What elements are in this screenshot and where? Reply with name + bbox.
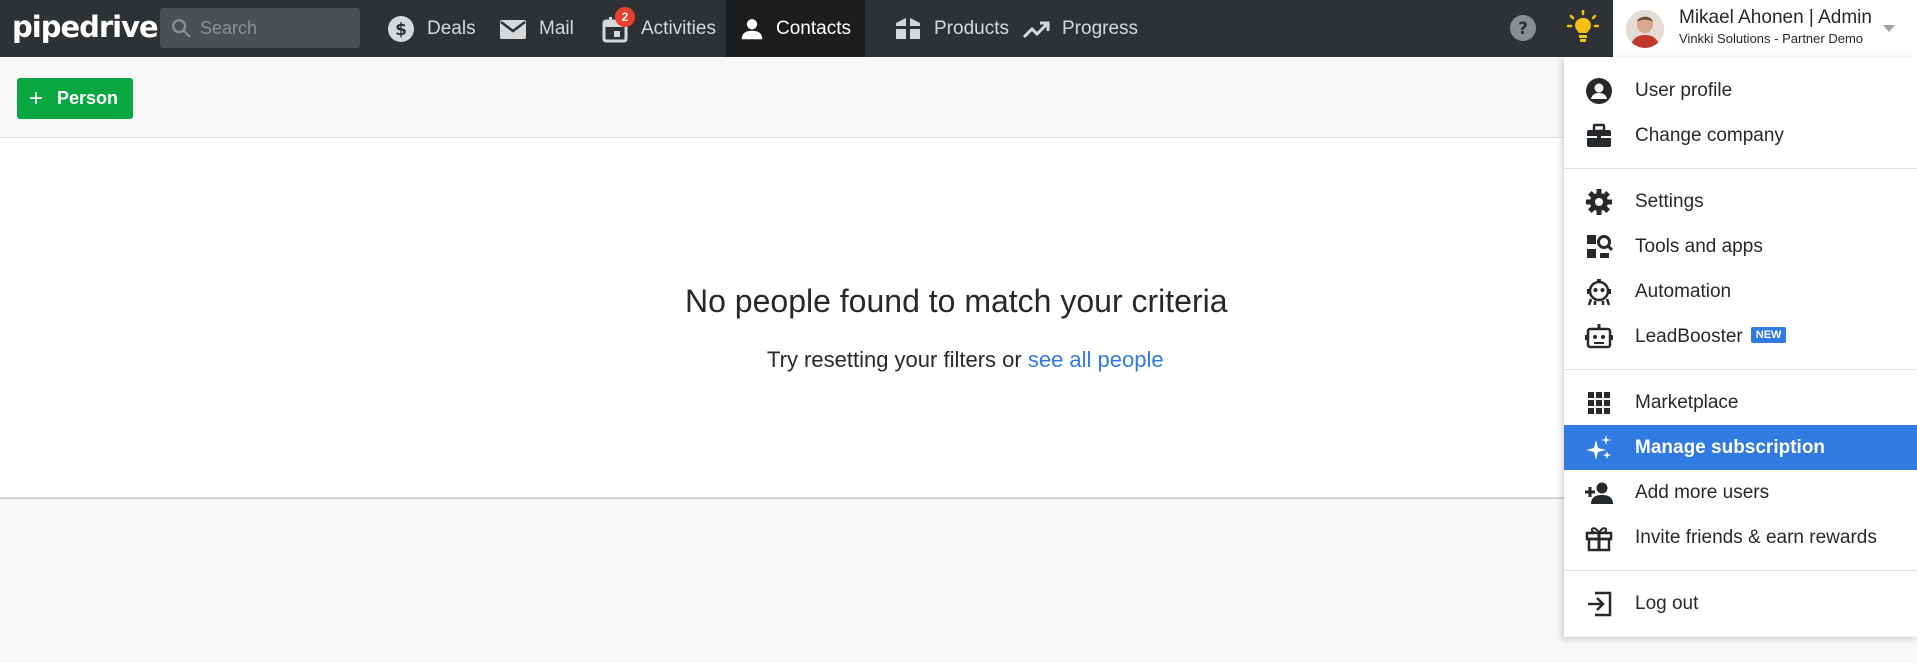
menu-item-label: Marketplace	[1635, 392, 1739, 413]
user-name: Mikael Ahonen | Admin	[1679, 7, 1872, 28]
nav-mail-label: Mail	[539, 17, 574, 39]
user-menu-toggle[interactable]: Mikael Ahonen | Admin Vinkki Solutions -…	[1613, 0, 1917, 57]
pipedrive-logo[interactable]: pipedrive	[12, 9, 159, 45]
menu-item-label: Manage subscription	[1635, 437, 1826, 458]
tools-icon	[1587, 235, 1613, 258]
menu-item-settings[interactable]: Settings	[1564, 179, 1917, 224]
menu-item-label: Add more users	[1635, 482, 1770, 503]
plus-icon: +	[29, 84, 44, 112]
nav-deals-label: Deals	[427, 17, 476, 39]
nav-products[interactable]: Products	[880, 0, 1023, 57]
help-icon[interactable]: ?	[1508, 13, 1538, 43]
menu-item-label: Invite friends & earn rewards	[1635, 527, 1877, 548]
empty-state-subtitle-text: Try resetting your filters or	[767, 347, 1022, 372]
search-icon	[172, 19, 191, 38]
avatar	[1626, 10, 1664, 48]
menu-item-automation[interactable]: Automation	[1564, 269, 1917, 314]
nav-products-label: Products	[934, 17, 1009, 39]
add-person-button[interactable]: + Person	[17, 78, 133, 119]
menu-item-label: Settings	[1635, 191, 1704, 212]
menu-divider	[1564, 168, 1917, 169]
mail-icon	[500, 19, 526, 39]
add-person-label: Person	[57, 88, 119, 108]
menu-divider	[1564, 369, 1917, 370]
menu-item-label-wrap: LeadBooster NEW	[1635, 326, 1787, 348]
see-all-people-link[interactable]: see all people	[1028, 347, 1164, 372]
nav-mail[interactable]: Mail	[485, 0, 588, 57]
menu-item-user-profile[interactable]: User profile	[1564, 68, 1917, 113]
search-input[interactable]	[200, 17, 350, 39]
menu-item-label: Change company	[1635, 125, 1784, 146]
new-badge: NEW	[1750, 326, 1787, 343]
nav-activities-label: Activities	[641, 17, 716, 39]
menu-item-invite-friends[interactable]: Invite friends & earn rewards	[1564, 515, 1917, 560]
menu-item-manage-subscription[interactable]: Manage subscription	[1564, 425, 1917, 470]
gift-icon	[1585, 527, 1613, 552]
menu-item-marketplace[interactable]: Marketplace	[1564, 380, 1917, 425]
user-dropdown-menu: User profile Change company Settings Too…	[1564, 57, 1917, 637]
dollar-icon: $	[388, 15, 414, 42]
menu-item-label: Log out	[1635, 593, 1699, 614]
lightbulb-icon[interactable]	[1567, 10, 1599, 44]
user-circle-icon	[1586, 78, 1612, 104]
svg-text:$: $	[395, 20, 407, 40]
nav-contacts[interactable]: Contacts	[726, 0, 865, 57]
svg-text:?: ?	[1518, 19, 1528, 39]
menu-item-log-out[interactable]: Log out	[1564, 581, 1917, 626]
add-user-icon	[1585, 482, 1613, 504]
top-navigation-bar: pipedrive $ Deals Mail 2 Activities Cont…	[0, 0, 1917, 57]
activities-badge: 2	[615, 7, 635, 27]
menu-item-tools-and-apps[interactable]: Tools and apps	[1564, 224, 1917, 269]
robot-icon	[1587, 279, 1611, 306]
briefcase-icon	[1587, 123, 1611, 147]
nav-deals[interactable]: $ Deals	[373, 0, 490, 57]
chevron-down-icon	[1883, 25, 1895, 32]
sparkle-icon	[1586, 435, 1611, 460]
nav-progress-label: Progress	[1062, 17, 1139, 39]
menu-item-change-company[interactable]: Change company	[1564, 113, 1917, 158]
gear-icon	[1586, 189, 1612, 215]
nav-contacts-label: Contacts	[776, 17, 851, 39]
empty-state-subtitle: Try resetting your filters or see all pe…	[767, 347, 1164, 373]
user-company: Vinkki Solutions - Partner Demo	[1679, 31, 1864, 46]
logout-icon	[1588, 591, 1612, 617]
chatbot-icon	[1585, 324, 1613, 349]
person-icon	[741, 18, 763, 39]
menu-item-add-more-users[interactable]: Add more users	[1564, 470, 1917, 515]
trending-up-icon	[1022, 21, 1050, 38]
menu-divider	[1564, 570, 1917, 571]
nav-progress[interactable]: Progress	[1008, 0, 1152, 57]
box-icon	[896, 16, 920, 39]
menu-item-label: LeadBooster	[1635, 326, 1743, 347]
menu-item-label: User profile	[1635, 80, 1733, 101]
menu-item-label: Automation	[1635, 281, 1732, 302]
menu-item-label: Tools and apps	[1635, 236, 1763, 257]
search-box[interactable]	[160, 8, 360, 48]
apps-grid-icon	[1588, 392, 1610, 414]
nav-activities[interactable]: 2 Activities	[587, 0, 730, 57]
menu-item-leadbooster[interactable]: LeadBooster NEW	[1564, 314, 1917, 359]
